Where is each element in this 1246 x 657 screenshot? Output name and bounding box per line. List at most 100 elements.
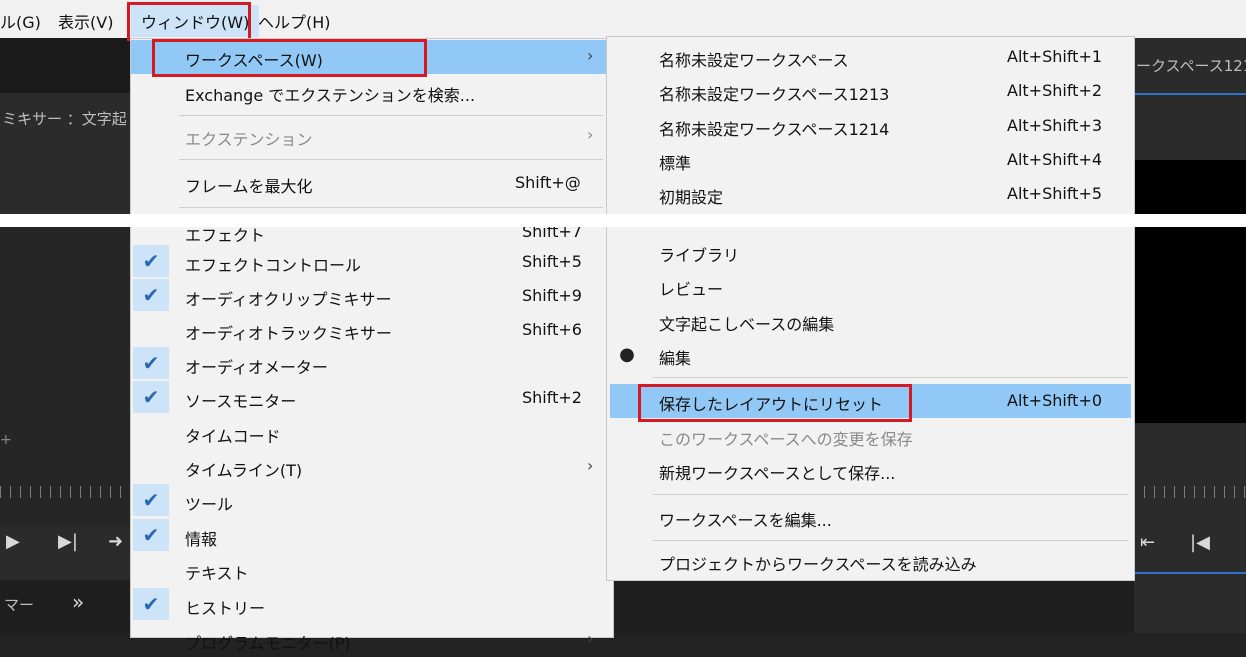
- workspace-item-review[interactable]: レビュー: [607, 269, 1134, 303]
- menu-item-history[interactable]: ヒストリー: [131, 588, 613, 622]
- menu-item-effect-controls[interactable]: エフェクトコントロール Shift+5: [131, 245, 613, 279]
- step-forward-icon[interactable]: ▶|: [58, 531, 78, 552]
- app-panel-bottom-center: [612, 580, 1134, 633]
- submenu-arrow-icon: ›: [587, 46, 594, 65]
- app-panel-tab-row: [0, 38, 130, 93]
- highlight-box-window-menu: [127, 2, 251, 41]
- menu-item-label: ツール: [185, 495, 234, 514]
- menu-item-shortcut: Shift+6: [522, 320, 582, 339]
- workspace-item-untitled[interactable]: 名称未設定ワークスペース Alt+Shift+1: [607, 40, 1134, 74]
- menu-item-shortcut: Alt+Shift+2: [1007, 81, 1103, 100]
- menu-item-shortcut: Alt+Shift+5: [1007, 184, 1103, 203]
- menu-item-label: 新規ワークスペースとして保存...: [659, 464, 896, 483]
- trim-icon[interactable]: ⇤: [1140, 532, 1155, 553]
- menu-item-label: プロジェクトからワークスペースを読み込み: [659, 555, 977, 574]
- menu-item-shortcut: Shift+2: [522, 388, 582, 407]
- highlight-box-workspace-item: [152, 39, 427, 77]
- menu-item-extensions: エクステンション ›: [131, 119, 613, 153]
- menu-item-exchange[interactable]: Exchange でエクステンションを検索...: [131, 75, 613, 109]
- menu-item-audio-track-mixer[interactable]: オーディオトラックミキサー Shift+6: [131, 313, 613, 347]
- workspace-item-save-changes: このワークスペースへの変更を保存: [607, 419, 1134, 453]
- menu-item-label: プログラムモニター(P): [185, 634, 351, 653]
- menu-item-label: タイムコード: [185, 427, 281, 446]
- play-icon[interactable]: ▶: [6, 531, 20, 552]
- workspace-item-edit-workspaces[interactable]: ワークスペースを編集...: [607, 500, 1134, 534]
- menu-separator: [653, 540, 1128, 541]
- menu-item-timeline[interactable]: タイムライン(T) ›: [131, 450, 613, 484]
- menu-help[interactable]: ヘルプ(H): [258, 9, 331, 33]
- menu-item-label: オーディオクリップミキサー: [185, 290, 392, 309]
- menu-item-shortcut: Shift+5: [522, 252, 582, 271]
- menu-item-label: 初期設定: [659, 188, 724, 207]
- menu-item-audio-clip-mixer[interactable]: オーディオクリップミキサー Shift+9: [131, 279, 613, 313]
- workspace-item-untitled-1213[interactable]: 名称未設定ワークスペース1213 Alt+Shift+2: [607, 74, 1134, 108]
- workspace-item-untitled-1214[interactable]: 名称未設定ワークスペース1214 Alt+Shift+3: [607, 109, 1134, 143]
- menu-item-info[interactable]: 情報: [131, 519, 613, 553]
- panel-label-bottom: マー: [4, 596, 35, 614]
- workspace-submenu: 名称未設定ワークスペース Alt+Shift+1 名称未設定ワークスペース121…: [606, 36, 1135, 581]
- workspace-tab-label[interactable]: ークスペース1213: [1136, 55, 1246, 76]
- panel-label-mixer: ミキサー ：文字起: [2, 110, 127, 128]
- menu-view[interactable]: 表示(V): [58, 9, 113, 33]
- menu-item-label: タイムライン(T): [185, 461, 303, 480]
- submenu-arrow-icon: ›: [587, 629, 594, 648]
- step-back-icon[interactable]: |◀: [1190, 532, 1210, 553]
- panel-overflow-chevron[interactable]: »: [72, 590, 84, 614]
- menu-item-audio-meters[interactable]: オーディオメーター: [131, 347, 613, 381]
- window-menu: ワークスペース(W) › Exchange でエクステンションを検索... エク…: [130, 38, 614, 653]
- submenu-arrow-icon: ›: [587, 456, 594, 475]
- workspace-item-standard[interactable]: 標準 Alt+Shift+4: [607, 143, 1134, 177]
- menu-item-label: 名称未設定ワークスペース1214: [659, 120, 890, 139]
- menu-separator: [179, 115, 603, 116]
- menu-item-tools[interactable]: ツール: [131, 484, 613, 518]
- menu-item-label: 編集: [659, 349, 692, 368]
- workspace-item-libraries[interactable]: ライブラリ: [607, 235, 1134, 269]
- menu-item-label: 名称未設定ワークスペース: [659, 51, 849, 70]
- menu-item-label: ライブラリ: [659, 246, 740, 265]
- insert-icon[interactable]: ➜: [108, 531, 123, 552]
- menu-item-timecode[interactable]: タイムコード: [131, 416, 613, 450]
- app-panel-lower-left: [0, 227, 130, 527]
- menu-item-shortcut: Alt+Shift+3: [1007, 116, 1103, 135]
- menu-item-shortcut: Shift+@: [515, 173, 581, 192]
- timeline-ruler-left: [0, 486, 130, 498]
- menu-item-label: エフェクトコントロール: [185, 256, 362, 275]
- menu-item-shortcut: Alt+Shift+4: [1007, 150, 1103, 169]
- menu-item-label: 情報: [185, 530, 218, 549]
- menu-item-text[interactable]: テキスト: [131, 553, 613, 587]
- plus-icon: +: [0, 432, 12, 448]
- timeline-ruler-right: [1134, 486, 1246, 498]
- menu-item-label: ワークスペースを編集...: [659, 511, 832, 530]
- menu-separator: [653, 494, 1128, 495]
- workspace-item-import-from-project[interactable]: プロジェクトからワークスペースを読み込み: [607, 544, 1134, 578]
- menu-item-label: オーディオメーター: [185, 358, 328, 377]
- bottom-tab-underline: [1134, 572, 1246, 574]
- workspace-item-transcript-editing[interactable]: 文字起こしベースの編集: [607, 304, 1134, 338]
- menu-item-shortcut: Shift+9: [522, 286, 582, 305]
- menu-separator: [653, 377, 1128, 378]
- menu-item-source-monitor[interactable]: ソースモニター Shift+2: [131, 381, 613, 415]
- menu-item-label: エクステンション: [185, 130, 313, 149]
- submenu-arrow-icon: ›: [587, 125, 594, 144]
- menu-item-label: Exchange でエクステンションを検索...: [185, 86, 476, 105]
- menu-item-shortcut: Alt+Shift+0: [1007, 391, 1103, 410]
- workspace-tab-underline: [1134, 93, 1246, 95]
- menu-graphics[interactable]: ル(G): [0, 9, 41, 33]
- menu-item-maximize-frame[interactable]: フレームを最大化 Shift+@: [131, 166, 613, 200]
- menu-item-program-monitor[interactable]: プログラムモニター(P) ›: [131, 623, 613, 657]
- program-monitor-area-lower: [1134, 227, 1246, 423]
- menu-item-label: 名称未設定ワークスペース1213: [659, 85, 890, 104]
- program-monitor-area: [1134, 160, 1246, 214]
- workspace-item-editing[interactable]: 編集: [607, 338, 1134, 372]
- menu-item-label: このワークスペースへの変更を保存: [659, 430, 913, 449]
- menu-item-label: オーディオトラックミキサー: [185, 324, 392, 343]
- menu-separator: [179, 159, 603, 160]
- menu-item-label: ヒストリー: [185, 599, 266, 618]
- menu-item-label: 標準: [659, 154, 692, 173]
- menu-item-label: テキスト: [185, 564, 249, 583]
- menu-item-label: 文字起こしベースの編集: [659, 315, 835, 334]
- workspace-item-save-as-new[interactable]: 新規ワークスペースとして保存...: [607, 453, 1134, 487]
- menu-item-label: フレームを最大化: [185, 177, 313, 196]
- menu-item-label: ソースモニター: [185, 392, 297, 411]
- workspace-item-default[interactable]: 初期設定 Alt+Shift+5: [607, 177, 1134, 211]
